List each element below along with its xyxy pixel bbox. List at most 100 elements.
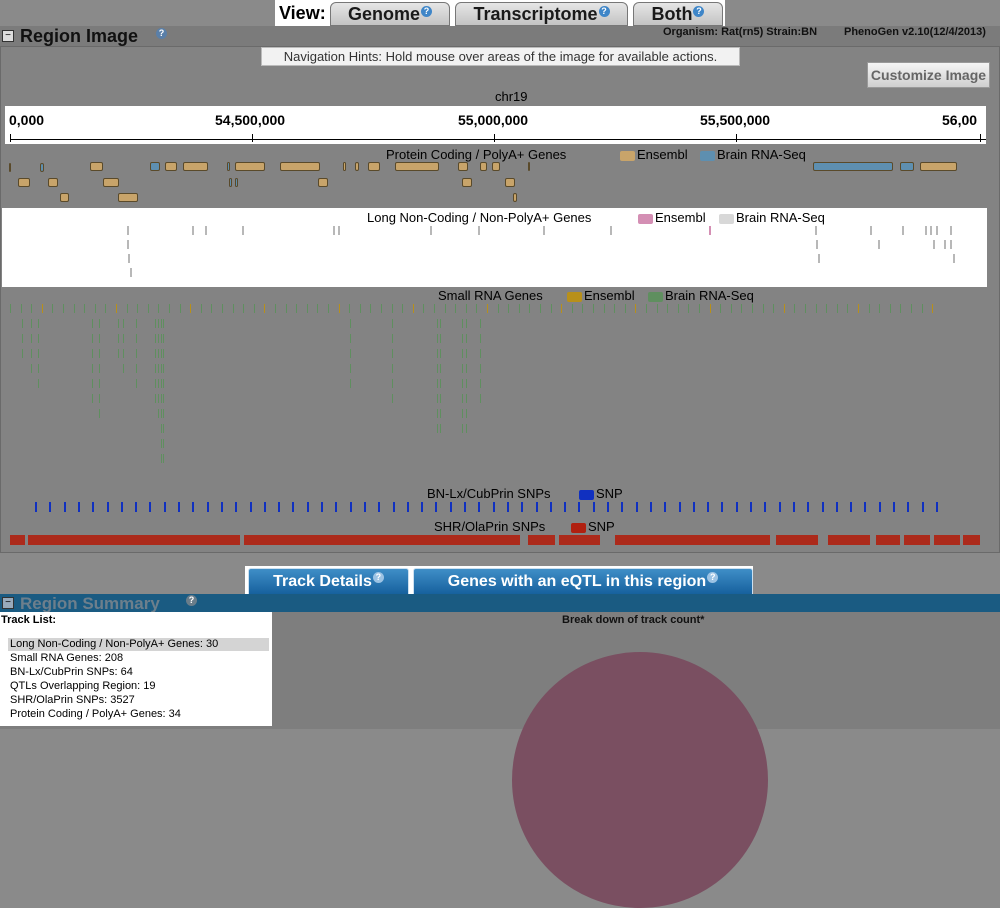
small-rna-feature[interactable] <box>480 394 481 403</box>
small-rna-feature[interactable] <box>932 304 933 313</box>
snp-marker[interactable] <box>893 502 895 512</box>
small-rna-feature[interactable] <box>127 304 128 313</box>
small-rna-feature[interactable] <box>423 304 424 313</box>
gene-feature[interactable] <box>343 162 346 171</box>
small-rna-feature[interactable] <box>890 304 891 313</box>
small-rna-feature[interactable] <box>816 304 817 313</box>
snp-marker[interactable] <box>49 502 51 512</box>
small-rna-feature[interactable] <box>339 304 340 313</box>
gene-feature[interactable] <box>355 162 359 171</box>
small-rna-feature[interactable] <box>519 304 520 313</box>
small-rna-feature[interactable] <box>74 304 75 313</box>
small-rna-feature[interactable] <box>440 379 441 388</box>
small-rna-feature[interactable] <box>161 349 162 358</box>
snp-marker[interactable] <box>864 502 866 512</box>
small-rna-feature[interactable] <box>158 409 159 418</box>
small-rna-feature[interactable] <box>161 334 162 343</box>
snp-marker[interactable] <box>250 502 252 512</box>
small-rna-feature[interactable] <box>158 379 159 388</box>
small-rna-feature[interactable] <box>163 334 164 343</box>
small-rna-feature[interactable] <box>437 349 438 358</box>
small-rna-feature[interactable] <box>440 349 441 358</box>
small-rna-feature[interactable] <box>466 334 467 343</box>
small-rna-feature[interactable] <box>169 304 170 313</box>
small-rna-feature[interactable] <box>243 304 244 313</box>
snp-marker[interactable] <box>636 502 638 512</box>
gene-feature[interactable] <box>60 193 69 202</box>
snp-marker[interactable] <box>435 502 437 512</box>
small-rna-feature[interactable] <box>158 349 159 358</box>
small-rna-feature[interactable] <box>350 379 351 388</box>
lnc-feature[interactable] <box>816 240 818 249</box>
small-rna-feature[interactable] <box>21 304 22 313</box>
snp-marker[interactable] <box>836 502 838 512</box>
small-rna-feature[interactable] <box>462 394 463 403</box>
snp-marker[interactable] <box>593 502 595 512</box>
small-rna-feature[interactable] <box>392 379 393 388</box>
snp-gap[interactable] <box>900 535 904 545</box>
small-rna-feature[interactable] <box>392 334 393 343</box>
snp-marker[interactable] <box>550 502 552 512</box>
small-rna-feature[interactable] <box>667 304 668 313</box>
small-rna-feature[interactable] <box>551 304 552 313</box>
small-rna-feature[interactable] <box>437 319 438 328</box>
small-rna-feature[interactable] <box>879 304 880 313</box>
small-rna-feature[interactable] <box>38 319 39 328</box>
gene-feature[interactable] <box>165 162 177 171</box>
small-rna-feature[interactable] <box>445 304 446 313</box>
small-rna-feature[interactable] <box>805 304 806 313</box>
snp-gap[interactable] <box>520 535 528 545</box>
small-rna-feature[interactable] <box>350 319 351 328</box>
small-rna-feature[interactable] <box>92 364 93 373</box>
small-rna-feature[interactable] <box>155 364 156 373</box>
gene-feature[interactable] <box>528 162 530 171</box>
small-rna-feature[interactable] <box>440 319 441 328</box>
lnc-feature[interactable] <box>925 226 927 235</box>
snp-marker[interactable] <box>793 502 795 512</box>
collapse-icon[interactable]: − <box>2 30 14 42</box>
small-rna-feature[interactable] <box>22 319 23 328</box>
snp-marker[interactable] <box>621 502 623 512</box>
small-rna-feature[interactable] <box>99 319 100 328</box>
small-rna-feature[interactable] <box>646 304 647 313</box>
snp-marker[interactable] <box>907 502 909 512</box>
small-rna-feature[interactable] <box>211 304 212 313</box>
small-rna-feature[interactable] <box>123 364 124 373</box>
small-rna-feature[interactable] <box>635 304 636 313</box>
small-rna-feature[interactable] <box>38 349 39 358</box>
small-rna-feature[interactable] <box>163 379 164 388</box>
small-rna-feature[interactable] <box>462 319 463 328</box>
help-icon[interactable]: ? <box>421 6 433 17</box>
snp-marker[interactable] <box>64 502 66 512</box>
small-rna-feature[interactable] <box>233 304 234 313</box>
snp-gap[interactable] <box>818 535 828 545</box>
lnc-feature[interactable] <box>930 226 932 235</box>
lnc-feature[interactable] <box>709 226 711 235</box>
snp-marker[interactable] <box>364 502 366 512</box>
small-rna-feature[interactable] <box>161 394 162 403</box>
small-rna-feature[interactable] <box>180 304 181 313</box>
small-rna-feature[interactable] <box>657 304 658 313</box>
tab-genome[interactable]: Genome? <box>330 2 450 26</box>
small-rna-feature[interactable] <box>350 364 351 373</box>
small-rna-feature[interactable] <box>911 304 912 313</box>
small-rna-feature[interactable] <box>720 304 721 313</box>
small-rna-feature[interactable] <box>158 394 159 403</box>
snp-marker[interactable] <box>750 502 752 512</box>
small-rna-feature[interactable] <box>540 304 541 313</box>
lnc-feature[interactable] <box>128 254 130 263</box>
small-rna-feature[interactable] <box>466 364 467 373</box>
small-rna-feature[interactable] <box>572 304 573 313</box>
tab-both[interactable]: Both? <box>633 2 723 26</box>
small-rna-feature[interactable] <box>163 439 164 448</box>
small-rna-feature[interactable] <box>155 334 156 343</box>
snp-marker[interactable] <box>822 502 824 512</box>
snp-marker[interactable] <box>450 502 452 512</box>
small-rna-feature[interactable] <box>52 304 53 313</box>
small-rna-feature[interactable] <box>99 394 100 403</box>
snp-marker[interactable] <box>764 502 766 512</box>
snp-marker[interactable] <box>121 502 123 512</box>
small-rna-feature[interactable] <box>92 319 93 328</box>
snp-marker[interactable] <box>564 502 566 512</box>
help-icon[interactable]: ? <box>372 572 384 583</box>
